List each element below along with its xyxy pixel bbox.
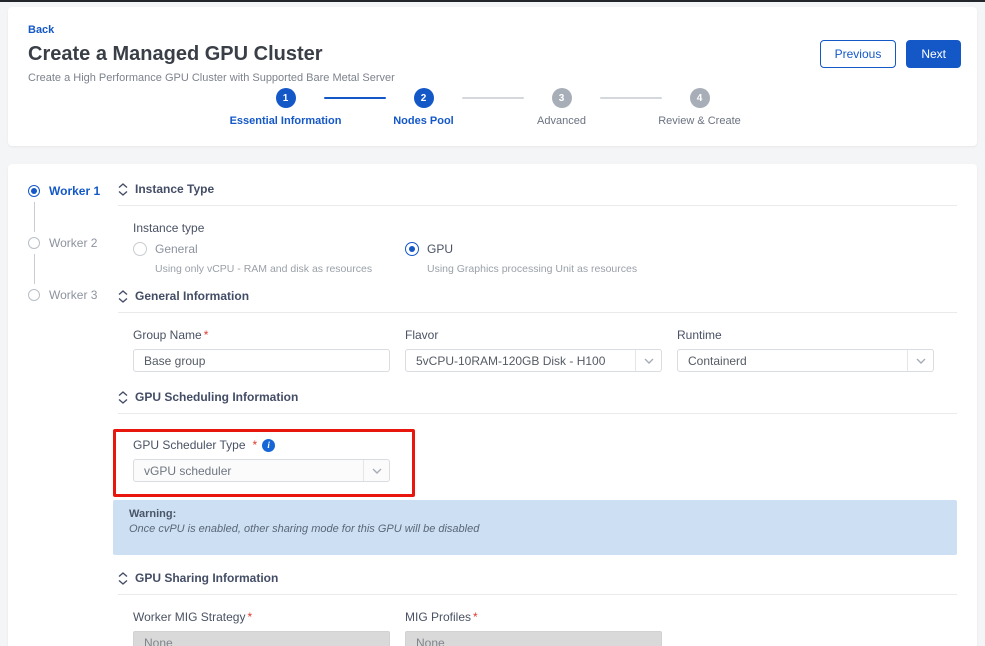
worker-mig-strategy-label: Worker MIG Strategy* — [133, 610, 390, 624]
required-asterisk: * — [204, 328, 209, 342]
workers-stepper: Worker 1 Worker 2 Worker 3 — [28, 182, 118, 646]
required-asterisk: * — [247, 610, 252, 624]
unfold-icon — [118, 290, 128, 303]
step-nodes-pool[interactable]: 2 Nodes Pool — [364, 88, 484, 127]
flavor-label: Flavor — [405, 328, 662, 342]
worker-connector — [34, 254, 35, 284]
worker-radio-icon — [28, 237, 40, 249]
content-card: Worker 1 Worker 2 Worker 3 Instance Type… — [8, 164, 977, 646]
gpu-scheduler-type-value: vGPU scheduler — [134, 464, 363, 478]
section-header[interactable]: GPU Sharing Information — [118, 571, 957, 595]
runtime-label: Runtime — [677, 328, 934, 342]
worker-1-item[interactable]: Worker 1 — [28, 184, 118, 198]
required-asterisk: * — [473, 610, 478, 624]
annotation-highlight-box: GPU Scheduler Type * i vGPU scheduler — [113, 429, 415, 497]
step-label: Nodes Pool — [393, 115, 454, 127]
section-header[interactable]: General Information — [118, 289, 957, 313]
radio-helper: Using Graphics processing Unit as resour… — [427, 263, 677, 275]
step-label: Essential Information — [230, 115, 342, 127]
radio-label: General — [155, 242, 198, 256]
unfold-icon — [118, 391, 128, 404]
flavor-value: 5vCPU-10RAM-120GB Disk - H100 — [406, 354, 635, 368]
worker-connector — [34, 202, 35, 232]
section-instance-type: Instance Type Instance type General Usin… — [118, 182, 957, 275]
radio-icon-checked — [405, 242, 419, 256]
header-actions: Previous Next — [820, 40, 961, 68]
chevron-down-icon — [363, 460, 389, 481]
worker-3-item[interactable]: Worker 3 — [28, 288, 118, 302]
worker-2-item[interactable]: Worker 2 — [28, 236, 118, 250]
section-title: General Information — [135, 289, 249, 303]
radio-helper: Using only vCPU - RAM and disk as resour… — [155, 263, 405, 275]
gpu-scheduler-type-select[interactable]: vGPU scheduler — [133, 459, 390, 482]
section-general-information: General Information Group Name* Flavor 5… — [118, 289, 957, 372]
worker-mig-strategy-input: None — [133, 631, 390, 646]
worker-radio-icon — [28, 185, 40, 197]
warning-banner: Warning: Once cvPU is enabled, other sha… — [113, 500, 957, 555]
instance-type-label: Instance type — [133, 221, 957, 235]
mig-profiles-input: None — [405, 631, 662, 646]
info-icon[interactable]: i — [262, 439, 275, 452]
runtime-select[interactable]: Containerd — [677, 349, 934, 372]
step-advanced[interactable]: 3 Advanced — [502, 88, 622, 127]
mig-profiles-label: MIG Profiles* — [405, 610, 662, 624]
runtime-value: Containerd — [678, 354, 907, 368]
next-button[interactable]: Next — [906, 40, 961, 68]
section-title: Instance Type — [135, 182, 214, 196]
back-link[interactable]: Back — [28, 24, 54, 36]
group-name-label: Group Name* — [133, 328, 390, 342]
header-card: Back Create a Managed GPU Cluster Create… — [8, 7, 977, 146]
section-header[interactable]: Instance Type — [118, 182, 957, 206]
flavor-select[interactable]: 5vCPU-10RAM-120GB Disk - H100 — [405, 349, 662, 372]
gpu-scheduler-type-label: GPU Scheduler Type — [133, 438, 246, 452]
chevron-down-icon — [635, 350, 661, 371]
required-asterisk: * — [253, 438, 258, 452]
step-review-create[interactable]: 4 Review & Create — [640, 88, 760, 127]
radio-icon — [133, 242, 147, 256]
section-header[interactable]: GPU Scheduling Information — [118, 390, 957, 414]
page-title: Create a Managed GPU Cluster — [28, 43, 957, 66]
worker-radio-icon — [28, 289, 40, 301]
radio-gpu[interactable]: GPU — [405, 242, 677, 256]
step-label: Advanced — [537, 115, 586, 127]
page-subtitle: Create a High Performance GPU Cluster wi… — [28, 72, 957, 84]
step-number: 2 — [414, 88, 434, 108]
wizard-stepper: 1 Essential Information 2 Nodes Pool 3 A… — [28, 88, 957, 127]
warning-message: Once cvPU is enabled, other sharing mode… — [129, 523, 941, 535]
warning-title: Warning: — [129, 508, 941, 520]
step-number: 1 — [276, 88, 296, 108]
worker-label: Worker 1 — [49, 184, 100, 198]
gpu-scheduler-type-label-row: GPU Scheduler Type * i — [133, 438, 390, 452]
unfold-icon — [118, 183, 128, 196]
group-name-input[interactable] — [133, 349, 390, 372]
instance-type-radio-group: General Using only vCPU - RAM and disk a… — [133, 242, 957, 275]
radio-general[interactable]: General — [133, 242, 405, 256]
unfold-icon — [118, 572, 128, 585]
section-gpu-scheduling: GPU Scheduling Information GPU Scheduler… — [118, 390, 957, 555]
worker-label: Worker 2 — [49, 236, 97, 250]
chevron-down-icon — [907, 350, 933, 371]
step-label: Review & Create — [658, 115, 741, 127]
step-number: 3 — [552, 88, 572, 108]
section-gpu-sharing: GPU Sharing Information Worker MIG Strat… — [118, 571, 957, 646]
step-essential-information[interactable]: 1 Essential Information — [226, 88, 346, 127]
previous-button[interactable]: Previous — [820, 40, 897, 68]
section-title: GPU Scheduling Information — [135, 390, 298, 404]
step-number: 4 — [690, 88, 710, 108]
worker-form: Instance Type Instance type General Usin… — [118, 182, 957, 646]
radio-label: GPU — [427, 242, 453, 256]
section-title: GPU Sharing Information — [135, 571, 278, 585]
worker-label: Worker 3 — [49, 288, 97, 302]
